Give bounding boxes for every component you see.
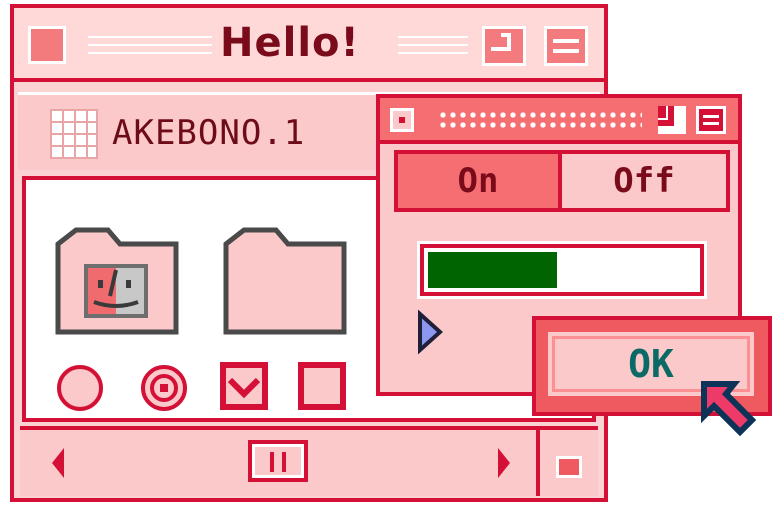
resize-box-icon[interactable] (556, 456, 582, 478)
tab-on[interactable]: On (394, 150, 562, 212)
horizontal-scrollbar[interactable] (20, 426, 598, 496)
window-title: Hello! (220, 20, 360, 66)
title-bar[interactable]: Hello! (14, 8, 604, 82)
radio-icon[interactable] (138, 362, 190, 414)
progress-fill (428, 252, 557, 288)
grid-icon (50, 109, 98, 159)
folder-icon[interactable] (222, 226, 348, 336)
scroll-thumb-icon[interactable] (248, 440, 308, 482)
zoom-box-icon[interactable] (658, 106, 686, 134)
collapse-box-icon[interactable] (696, 106, 726, 134)
scroll-divider (536, 430, 540, 496)
zoom-box-icon[interactable] (482, 26, 526, 66)
arrow-right-icon[interactable] (494, 446, 514, 480)
tab-off[interactable]: Off (558, 150, 730, 212)
title-stripes-left (88, 34, 212, 56)
arrow-left-icon[interactable] (48, 446, 68, 480)
address-text: AKEBONO.1 (112, 113, 306, 153)
blue-arrow-cursor-icon (418, 310, 443, 354)
title-stripes-right (398, 34, 468, 56)
progress-bar (420, 244, 704, 296)
checkbox-icon[interactable] (218, 360, 270, 412)
radio-icon[interactable] (54, 362, 106, 414)
close-box-icon[interactable] (28, 26, 66, 64)
close-box-icon[interactable] (390, 108, 414, 132)
finder-folder-icon[interactable] (54, 226, 180, 336)
popup-title-bar[interactable] (380, 98, 738, 144)
checkbox-icon[interactable] (296, 360, 348, 412)
collapse-box-icon[interactable] (544, 26, 588, 66)
pointer-cursor-icon (701, 381, 757, 437)
title-dotted-stripes (438, 110, 642, 130)
